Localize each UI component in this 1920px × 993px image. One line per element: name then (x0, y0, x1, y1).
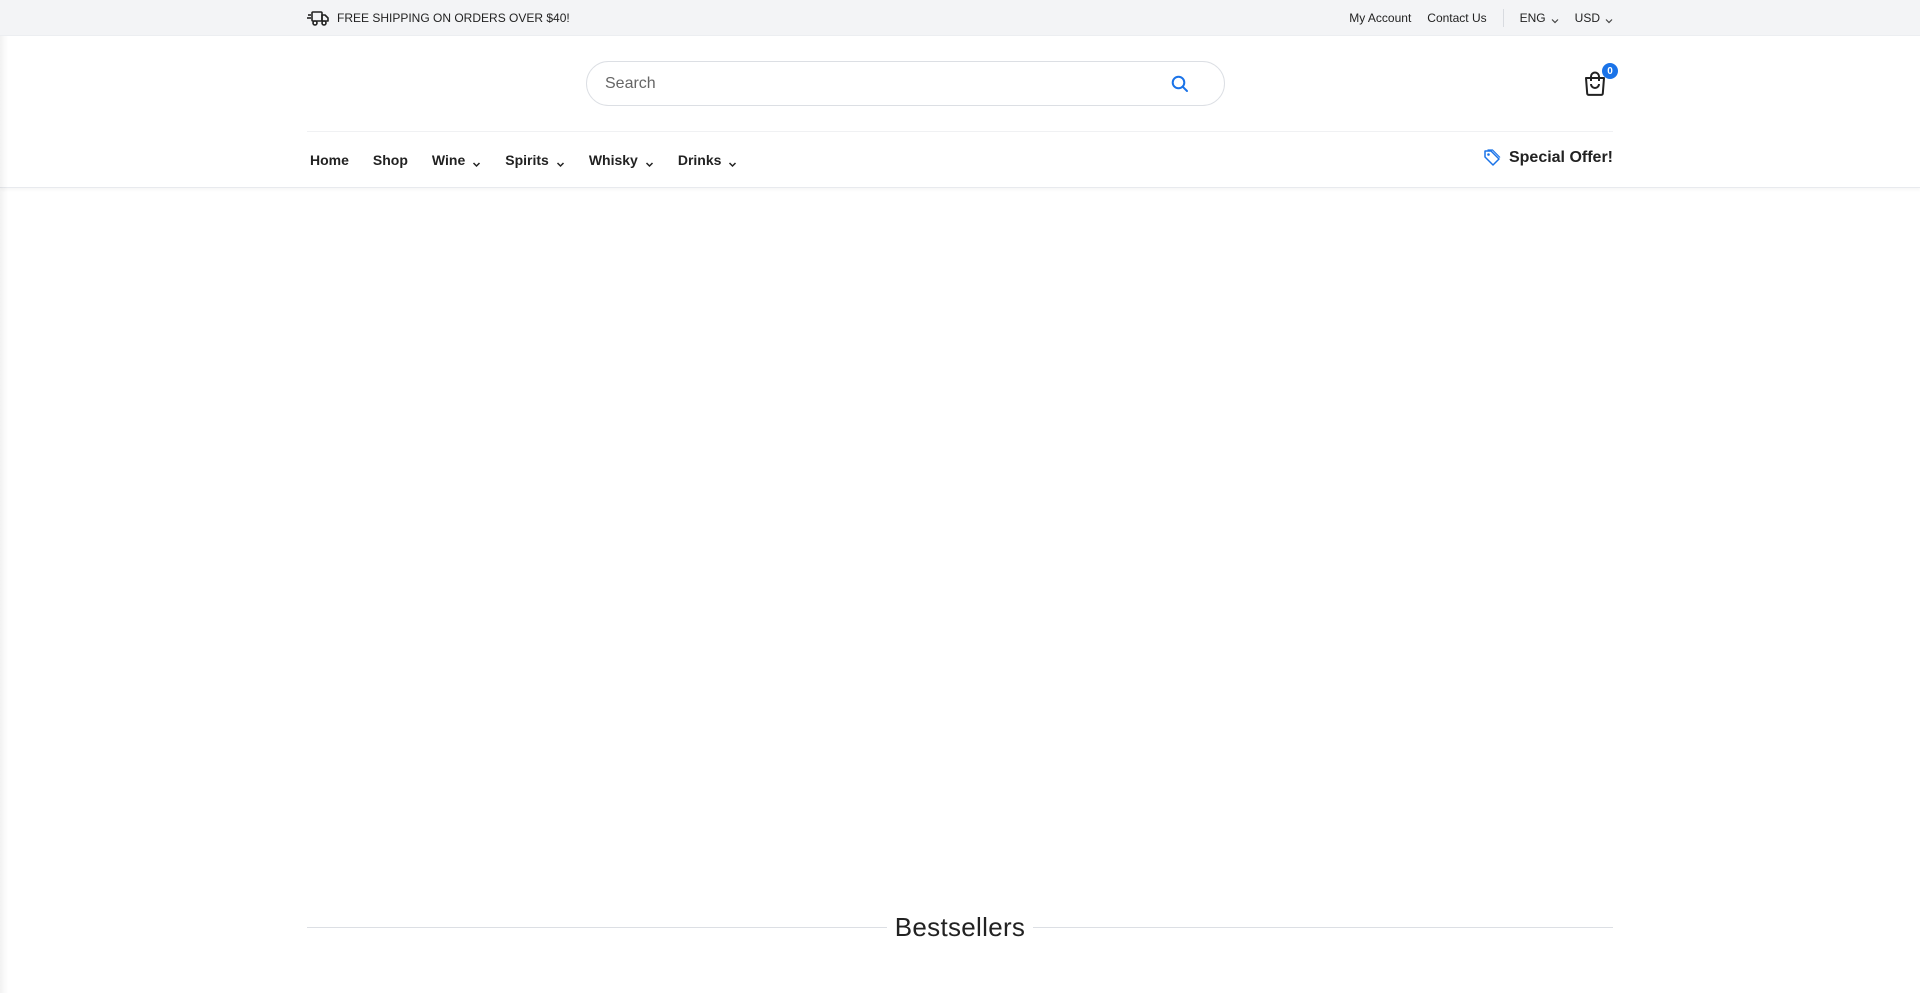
nav-item-home[interactable]: Home (310, 152, 349, 168)
nav-item-label: Home (310, 152, 349, 168)
truck-icon (307, 10, 329, 26)
top-links: My Account Contact Us ENG USD (1333, 9, 1613, 27)
divider (1502, 9, 1504, 27)
nav-item-shop[interactable]: Shop (373, 152, 408, 168)
shipping-notice: FREE SHIPPING ON ORDERS OVER $40! (307, 10, 570, 26)
tag-icon (1483, 149, 1501, 167)
heading-line-left (307, 926, 887, 928)
contact-us-link[interactable]: Contact Us (1427, 11, 1486, 25)
chevron-down-icon (728, 156, 737, 167)
cart-count-badge: 0 (1602, 63, 1618, 79)
nav-item-label: Whisky (588, 152, 638, 168)
nav-item-label: Wine (431, 152, 466, 168)
chevron-down-icon (472, 156, 481, 167)
nav-item-whisky[interactable]: Whisky (589, 152, 654, 168)
nav-item-label: Drinks (677, 152, 722, 168)
chevron-down-icon (1605, 14, 1613, 24)
nav-item-spirits[interactable]: Spirits (505, 152, 565, 168)
bestsellers-section: Bestsellers (307, 907, 1613, 947)
chevron-down-icon (645, 156, 654, 167)
special-offer-label: Special Offer! (1508, 149, 1613, 166)
chevron-down-icon (556, 156, 565, 167)
search-input[interactable] (605, 74, 1168, 93)
nav-item-label: Spirits (505, 152, 549, 168)
section-heading: Bestsellers (307, 907, 1613, 947)
main-nav: Home Shop Wine Spirits Whisky Drinks Spe… (0, 132, 1920, 188)
my-account-link[interactable]: My Account (1349, 11, 1411, 25)
search-bar (586, 61, 1225, 106)
nav-item-wine[interactable]: Wine (432, 152, 481, 168)
search-icon[interactable] (1168, 72, 1192, 96)
heading-line-right (1033, 926, 1613, 928)
section-title: Bestsellers (894, 911, 1026, 942)
currency-label: USD (1574, 11, 1600, 25)
nav-item-label: Shop (372, 152, 408, 168)
shipping-text: FREE SHIPPING ON ORDERS OVER $40! (337, 11, 570, 25)
top-bar: FREE SHIPPING ON ORDERS OVER $40! My Acc… (0, 0, 1920, 36)
nav-item-drinks[interactable]: Drinks (678, 152, 738, 168)
nav-menu: Home Shop Wine Spirits Whisky Drinks (307, 152, 761, 168)
site-header: 0 (307, 36, 1618, 132)
language-label: ENG (1519, 11, 1546, 25)
chevron-down-icon (1551, 14, 1559, 24)
shopping-bag-icon (1583, 71, 1607, 100)
cart-button[interactable]: 0 (1583, 63, 1618, 100)
main-content: Bestsellers (307, 188, 1613, 942)
special-offer-link[interactable]: Special Offer! (1483, 149, 1613, 167)
language-selector[interactable]: ENG (1520, 11, 1559, 25)
currency-selector[interactable]: USD (1575, 11, 1613, 25)
